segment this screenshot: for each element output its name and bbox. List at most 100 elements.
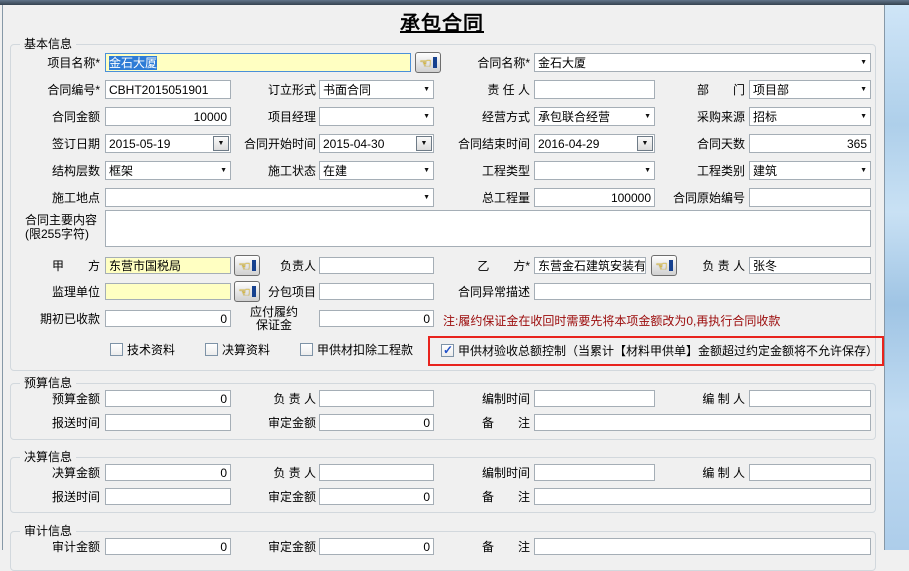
checkbox-final-docs[interactable]: [205, 343, 218, 356]
structure-dropdown[interactable]: 框架▼: [105, 161, 231, 180]
dropdown-arrow-icon: ▼: [423, 164, 430, 178]
source-dropdown[interactable]: 招标▼: [749, 107, 871, 126]
party-a-head-label: 负责人: [226, 258, 316, 275]
final-head-field[interactable]: [319, 464, 434, 481]
contract-no-label: 合同编号*: [6, 82, 100, 99]
budget-compiler-label: 编 制 人: [654, 391, 745, 408]
biz-mode-label: 经营方式: [436, 109, 530, 126]
contract-name-dropdown[interactable]: 金石大厦▼: [534, 53, 871, 72]
budget-compiler-field[interactable]: [749, 390, 871, 407]
subproject-label: 分包项目: [226, 284, 316, 301]
party-b-dropdown[interactable]: 东营金石建筑安装有▼: [534, 257, 646, 274]
budget-compile-time-field[interactable]: [534, 390, 655, 407]
main-content-textarea[interactable]: [105, 210, 871, 247]
amount-label: 合同金额: [6, 109, 100, 126]
page-title: 承包合同: [0, 7, 884, 36]
department-label: 部 门: [654, 82, 745, 99]
end-date-field[interactable]: 2016-04-29▼: [534, 134, 655, 153]
proj-class-label: 工程类别: [654, 163, 745, 180]
dropdown-arrow-icon: ▼: [423, 191, 430, 205]
budget-amount-label: 预算金额: [6, 391, 100, 408]
project-manager-dropdown[interactable]: ▼: [319, 107, 434, 126]
final-remark-field[interactable]: [534, 488, 871, 505]
dropdown-arrow-icon: ▼: [423, 110, 430, 124]
subproject-field[interactable]: [319, 283, 434, 300]
proj-class-dropdown[interactable]: 建筑▼: [749, 161, 871, 180]
final-compiler-field[interactable]: [749, 464, 871, 481]
calendar-dropdown-button[interactable]: ▼: [416, 136, 432, 151]
contract-no-field[interactable]: CBHT2015051901: [105, 80, 231, 99]
sign-date-field[interactable]: 2015-05-19▼: [105, 134, 231, 153]
final-head-label: 负 责 人: [226, 465, 316, 482]
main-content-label: 合同主要内容 (限255字符): [25, 213, 105, 241]
end-date-label: 合同结束时间: [436, 136, 530, 153]
source-label: 采购来源: [654, 109, 745, 126]
audit-approved-field[interactable]: 0: [319, 538, 434, 555]
final-compile-time-field[interactable]: [534, 464, 655, 481]
audit-amount-field[interactable]: 0: [105, 538, 231, 555]
abnormal-label: 合同异常描述: [436, 284, 530, 301]
checkbox-material-total-control[interactable]: [441, 344, 454, 357]
party-b-head-field[interactable]: 张冬: [749, 257, 871, 274]
final-approved-field[interactable]: 0: [319, 488, 434, 505]
audit-remark-label: 备 注: [436, 539, 530, 556]
dropdown-arrow-icon: ▼: [860, 110, 867, 124]
orig-no-label: 合同原始编号: [654, 190, 745, 207]
checkbox-deduct-material[interactable]: [300, 343, 313, 356]
final-compile-time-label: 编制时间: [436, 465, 530, 482]
checkbox-deduct-material-label: 甲供材扣除工程款: [317, 343, 413, 357]
build-status-label: 施工状态: [226, 163, 316, 180]
duty-person-field[interactable]: [534, 80, 655, 99]
orig-no-field[interactable]: [749, 188, 871, 207]
form-type-dropdown[interactable]: 书面合同▼: [319, 80, 434, 99]
quantity-label: 总工程量: [436, 190, 530, 207]
supervisor-field[interactable]: [105, 283, 231, 300]
supervisor-label: 监理单位: [6, 284, 100, 301]
days-label: 合同天数: [654, 136, 745, 153]
group-final-info-title: 决算信息: [20, 450, 76, 464]
party-a-field[interactable]: 东营市国税局: [105, 257, 231, 274]
amount-field[interactable]: 10000: [105, 107, 231, 126]
location-dropdown[interactable]: ▼: [105, 188, 434, 207]
dropdown-arrow-icon: ▼: [423, 83, 430, 97]
start-date-label: 合同开始时间: [226, 136, 316, 153]
budget-head-field[interactable]: [319, 390, 434, 407]
party-a-head-field[interactable]: [319, 257, 434, 274]
deposit-field[interactable]: 0: [319, 310, 434, 327]
budget-amount-field[interactable]: 0: [105, 390, 231, 407]
init-received-field[interactable]: 0: [105, 310, 231, 327]
checkbox-tech-docs[interactable]: [110, 343, 123, 356]
card-icon: [669, 260, 673, 271]
party-b-picker-button[interactable]: ☜: [651, 255, 677, 276]
audit-approved-label: 审定金额: [226, 539, 316, 556]
calendar-dropdown-button[interactable]: ▼: [637, 136, 653, 151]
proj-type-dropdown[interactable]: ▼: [534, 161, 655, 180]
project-manager-label: 项目经理: [226, 109, 316, 126]
quantity-field[interactable]: 100000: [534, 188, 655, 207]
budget-approved-field[interactable]: 0: [319, 414, 434, 431]
build-status-dropdown[interactable]: 在建▼: [319, 161, 434, 180]
sign-date-label: 签订日期: [6, 136, 100, 153]
abnormal-field[interactable]: [534, 283, 871, 300]
dropdown-arrow-icon: ▼: [860, 83, 867, 97]
group-basic-info-title: 基本信息: [20, 37, 76, 51]
checkbox-final-docs-label: 决算资料: [222, 343, 270, 357]
department-dropdown[interactable]: 项目部▼: [749, 80, 871, 99]
party-a-label: 甲 方: [6, 258, 100, 275]
project-name-field[interactable]: 金石大厦: [105, 53, 411, 72]
audit-amount-label: 审计金额: [6, 539, 100, 556]
days-field[interactable]: 365: [749, 134, 871, 153]
audit-remark-field[interactable]: [534, 538, 871, 555]
budget-remark-field[interactable]: [534, 414, 871, 431]
budget-submit-time-field[interactable]: [105, 414, 231, 431]
final-amount-field[interactable]: 0: [105, 464, 231, 481]
biz-mode-dropdown[interactable]: 承包联合经营▼: [534, 107, 655, 126]
window-top-edge: [0, 0, 909, 5]
start-date-field[interactable]: 2015-04-30▼: [319, 134, 434, 153]
hand-pointer-icon: ☜: [419, 56, 432, 70]
checkbox-tech-docs-label: 技术资料: [127, 343, 175, 357]
final-submit-time-field[interactable]: [105, 488, 231, 505]
budget-approved-label: 审定金额: [226, 415, 316, 432]
final-compiler-label: 编 制 人: [654, 465, 745, 482]
init-received-label: 期初已收款: [6, 311, 100, 328]
